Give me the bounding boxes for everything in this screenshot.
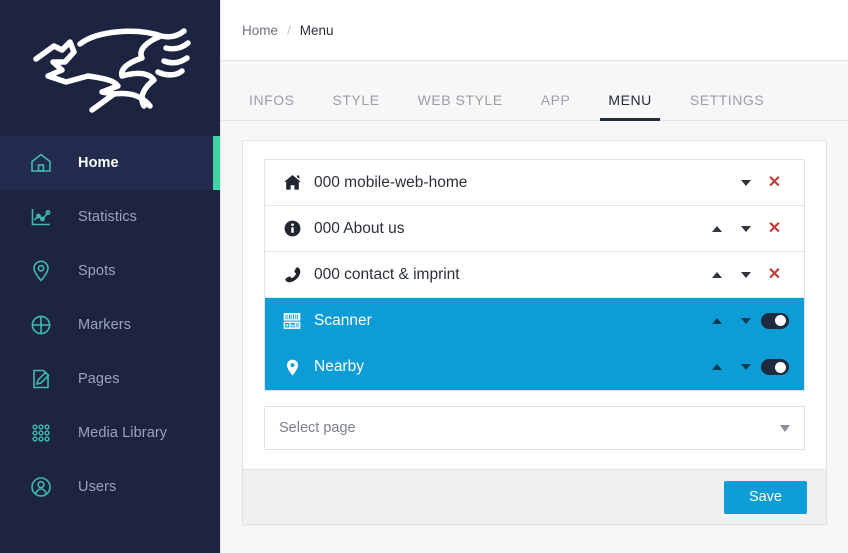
table-row[interactable]: Nearby [265, 344, 804, 390]
menu-row-controls: ✕ [702, 168, 789, 197]
table-row[interactable]: 000 About us ✕ [265, 206, 804, 252]
sidebar-item-pages[interactable]: Pages [0, 352, 220, 406]
table-row[interactable]: Scanner [265, 298, 804, 344]
move-up-button[interactable] [702, 214, 731, 243]
statistics-icon [28, 204, 54, 230]
menu-card: 000 mobile-web-home ✕ 000 About us ✕ 000… [242, 140, 827, 525]
breadcrumb: Home / Menu [221, 0, 848, 61]
chevron-down-icon [740, 271, 751, 278]
sidebar-item-label: Users [78, 479, 117, 495]
chevron-down-icon [740, 364, 751, 370]
sidebar-item-statistics[interactable]: Statistics [0, 190, 220, 244]
app-root: Home Statistics Spots Markers Pages Medi… [0, 0, 848, 553]
tab-style[interactable]: STYLE [325, 92, 388, 120]
marker-plus-icon [28, 312, 54, 338]
table-row[interactable]: 000 contact & imprint ✕ [265, 252, 804, 298]
chevron-up-icon [711, 271, 722, 278]
sidebar-item-label: Media Library [78, 425, 168, 441]
close-icon: ✕ [767, 219, 782, 237]
menu-row-label: Nearby [314, 358, 364, 375]
sidebar-nav: Home Statistics Spots Markers Pages Medi… [0, 136, 220, 514]
menu-row-controls [702, 306, 789, 335]
chevron-down-icon [740, 317, 751, 324]
barcode-scanner-icon [281, 310, 303, 332]
sidebar-item-label: Home [78, 155, 119, 171]
media-grid-icon [28, 420, 54, 446]
chevron-down-icon [780, 424, 790, 432]
tab-settings[interactable]: SETTINGS [682, 92, 772, 120]
tab-app[interactable]: APP [533, 92, 579, 120]
home-icon [28, 150, 54, 176]
close-icon: ✕ [767, 265, 782, 283]
menu-list: 000 mobile-web-home ✕ 000 About us ✕ 000… [264, 159, 805, 391]
sidebar-item-label: Markers [78, 317, 132, 333]
sidebar: Home Statistics Spots Markers Pages Medi… [0, 0, 220, 553]
phone-icon [281, 264, 303, 286]
tab-menu[interactable]: MENU [600, 92, 661, 121]
breadcrumb-separator: / [287, 22, 291, 38]
chevron-down-icon [740, 179, 751, 186]
menu-row-controls [702, 353, 789, 382]
sidebar-item-media-library[interactable]: Media Library [0, 406, 220, 460]
sidebar-item-label: Spots [78, 263, 116, 279]
menu-row-controls: ✕ [702, 214, 789, 243]
menu-row-label: 000 contact & imprint [314, 265, 460, 283]
select-page-value: Select page [279, 420, 356, 436]
move-up-button[interactable] [702, 306, 731, 335]
menu-card-body: 000 mobile-web-home ✕ 000 About us ✕ 000… [243, 141, 826, 469]
menu-row-label: 000 mobile-web-home [314, 173, 468, 191]
breadcrumb-home-link[interactable]: Home [242, 23, 278, 38]
dragon-logo-icon [32, 28, 191, 113]
select-page-dropdown[interactable]: Select page [264, 406, 805, 450]
chevron-up-icon [711, 225, 722, 232]
sidebar-item-users[interactable]: Users [0, 460, 220, 514]
chevron-down-icon [740, 225, 751, 232]
visibility-toggle[interactable] [760, 353, 789, 382]
move-down-button[interactable] [731, 214, 760, 243]
move-up-button[interactable] [702, 353, 731, 382]
tab-web-style[interactable]: WEB STYLE [410, 92, 511, 120]
close-icon: ✕ [767, 173, 782, 191]
move-up-button[interactable] [702, 260, 731, 289]
breadcrumb-current: Menu [299, 22, 334, 38]
toggle-knob [775, 315, 786, 326]
sidebar-item-markers[interactable]: Markers [0, 298, 220, 352]
move-down-button[interactable] [731, 353, 760, 382]
move-down-button[interactable] [731, 306, 760, 335]
menu-row-label: 000 About us [314, 219, 405, 237]
move-up-placeholder [702, 168, 731, 197]
info-circle-icon [281, 218, 303, 240]
save-button[interactable]: Save [723, 480, 807, 514]
active-accent-bar [213, 136, 220, 190]
tab-infos[interactable]: INFOS [241, 92, 303, 120]
chevron-up-icon [711, 317, 722, 324]
tab-bar: INFOS STYLE WEB STYLE APP MENU SETTINGS [221, 61, 848, 121]
menu-row-label: Scanner [314, 311, 372, 329]
delete-button[interactable]: ✕ [760, 260, 789, 289]
main-panel: Home / Menu INFOS STYLE WEB STYLE APP ME… [220, 0, 848, 553]
toggle-knob [775, 361, 786, 373]
menu-row-controls: ✕ [702, 260, 789, 289]
visibility-toggle[interactable] [760, 306, 789, 335]
map-pin-solid-icon [281, 356, 303, 378]
move-down-button[interactable] [731, 168, 760, 197]
sidebar-item-label: Statistics [78, 209, 138, 225]
move-down-button[interactable] [731, 260, 760, 289]
sidebar-item-home[interactable]: Home [0, 136, 220, 190]
toggle-switch[interactable] [760, 312, 789, 329]
sidebar-item-spots[interactable]: Spots [0, 244, 220, 298]
home-solid-icon [281, 172, 303, 194]
delete-button[interactable]: ✕ [760, 168, 789, 197]
card-footer: Save [243, 469, 826, 524]
map-pin-icon [28, 258, 54, 284]
chevron-up-icon [711, 364, 722, 370]
sidebar-item-label: Pages [78, 371, 120, 387]
delete-button[interactable]: ✕ [760, 214, 789, 243]
table-row[interactable]: 000 mobile-web-home ✕ [265, 160, 804, 206]
toggle-switch[interactable] [760, 359, 789, 375]
user-circle-icon [28, 474, 54, 500]
content-area: 000 mobile-web-home ✕ 000 About us ✕ 000… [221, 121, 848, 553]
edit-page-icon [28, 366, 54, 392]
logo[interactable] [0, 0, 220, 136]
